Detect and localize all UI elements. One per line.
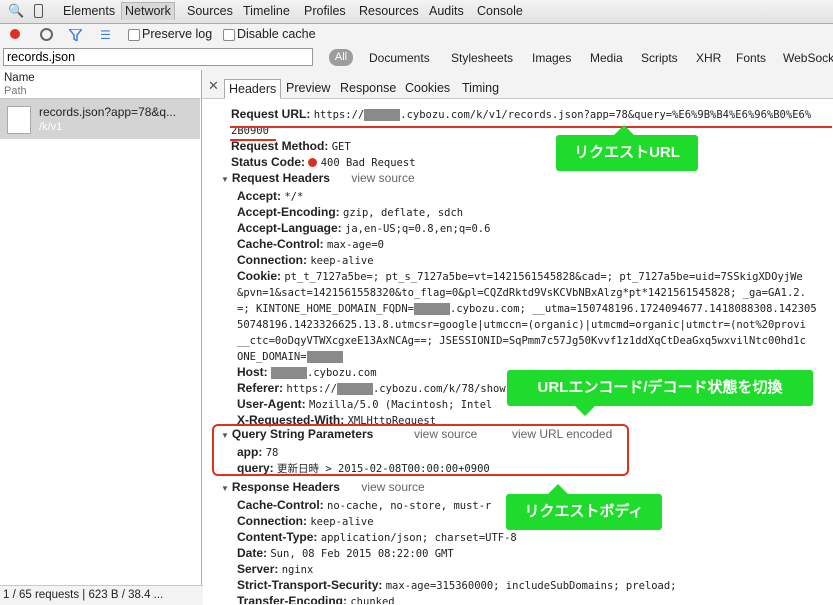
tab-profiles[interactable]: Profiles <box>301 3 349 20</box>
header-user-agent: User-Agent: Mozilla/5.0 (Macintosh; Inte… <box>237 397 493 411</box>
header-cookie-line-2: &pvn=1&sact=1421561558320&to_flag=0&pl=C… <box>237 287 806 299</box>
response-headers-section[interactable]: ▼ Response Headers view source <box>221 480 425 494</box>
annotation-box <box>212 424 629 476</box>
resp-cache-control: Cache-Control: no-cache, no-store, must-… <box>237 498 492 512</box>
record-icon[interactable] <box>10 29 20 39</box>
tab-sources[interactable]: Sources <box>184 3 236 20</box>
header-connection: Connection: keep-alive <box>237 253 374 267</box>
status-bar: 1 / 65 requests | 623 B / 38.4 ... <box>0 585 203 605</box>
resp-transfer-encoding: Transfer-Encoding: chunked <box>237 594 395 604</box>
filter-fonts[interactable]: Fonts <box>736 51 766 65</box>
redacted-mask <box>364 108 401 121</box>
callout-arrow-icon <box>614 125 634 135</box>
clear-icon[interactable] <box>40 28 53 41</box>
header-cookie-line-4: 50748196.1423326625.13.8.utmcsr=google|u… <box>237 319 806 331</box>
filter-bar: All Documents Stylesheets Images Media S… <box>0 46 833 71</box>
status-dot-icon <box>308 158 318 168</box>
tab-response[interactable]: Response <box>340 81 396 95</box>
column-path: Path <box>4 85 27 97</box>
request-row[interactable]: records.json?app=78&q... /k/v1 <box>0 99 200 139</box>
status-row: Status Code: 400 Bad Request <box>231 155 416 169</box>
filter-media[interactable]: Media <box>590 51 623 65</box>
view-source-link[interactable]: view source <box>361 480 424 494</box>
preserve-log-checkbox[interactable] <box>128 29 140 41</box>
close-icon[interactable]: ✕ <box>208 78 219 94</box>
redacted-mask <box>336 382 373 395</box>
detail-tabs: ✕ Headers Preview Response Cookies Timin… <box>202 70 833 99</box>
list-view-icon[interactable]: ☰ <box>100 28 111 42</box>
filter-images[interactable]: Images <box>532 51 571 65</box>
redacted-mask <box>271 366 308 379</box>
tab-headers[interactable]: Headers <box>224 79 282 99</box>
header-cookie-line-6: ONE_DOMAIN= <box>237 349 343 363</box>
device-mode-icon[interactable] <box>34 4 43 18</box>
resp-content-type: Content-Type: application/json; charset=… <box>237 530 517 544</box>
filter-scripts[interactable]: Scripts <box>641 51 678 65</box>
request-list-header: Name Path <box>0 70 200 99</box>
network-toolbar: ☰ Preserve log Disable cache <box>0 24 833 47</box>
tab-timeline[interactable]: Timeline <box>240 3 293 20</box>
devtools-tabbar: 🔍 Elements Network Sources Timeline Prof… <box>0 0 833 24</box>
document-icon <box>7 106 31 134</box>
column-name[interactable]: Name <box>4 72 35 84</box>
header-cookie-line-5: __ctc=0oDqyVTWXcgxeE13AxNCAg==; JSESSION… <box>237 335 806 347</box>
request-headers-section[interactable]: ▼ Request Headers view source <box>221 171 415 185</box>
expand-triangle-icon[interactable]: ▼ <box>221 484 229 493</box>
tab-preview[interactable]: Preview <box>286 81 330 95</box>
request-list: Name Path records.json?app=78&q... /k/v1… <box>0 70 203 605</box>
resp-server: Server: nginx <box>237 562 314 576</box>
header-accept: Accept: */* <box>237 189 304 203</box>
preserve-log-label: Preserve log <box>142 27 213 41</box>
header-cookie-line-3: =; KINTONE_HOME_DOMAIN_FQDN= .cybozu.com;… <box>237 302 817 315</box>
filter-websockets[interactable]: WebSock <box>783 51 833 65</box>
search-icon[interactable]: 🔍 <box>8 3 24 19</box>
header-accept-language: Accept-Language: ja,en-US;q=0.8,en;q=0.6 <box>237 221 491 235</box>
tab-timing[interactable]: Timing <box>462 81 499 95</box>
tab-network[interactable]: Network <box>121 2 175 20</box>
callout-arrow-icon <box>548 484 568 494</box>
tab-audits[interactable]: Audits <box>426 3 467 20</box>
header-accept-encoding: Accept-Encoding: gzip, deflate, sdch <box>237 205 464 219</box>
filter-xhr[interactable]: XHR <box>696 51 721 65</box>
expand-triangle-icon[interactable]: ▼ <box>221 175 229 184</box>
callout-toggle-encoding: URLエンコード/デコード状態を切換 <box>507 370 813 416</box>
header-cookie: Cookie: pt_t_7127a5be=; pt_s_7127a5be=vt… <box>237 269 803 283</box>
redacted-mask <box>414 302 451 315</box>
disable-cache-label: Disable cache <box>237 27 316 41</box>
header-host: Host: .cybozu.com <box>237 365 377 379</box>
callout-arrow-icon <box>575 406 595 416</box>
resp-connection: Connection: keep-alive <box>237 514 374 528</box>
request-url-row: Request URL: https://.cybozu.com/k/v1/re… <box>231 107 812 121</box>
tab-console[interactable]: Console <box>474 3 526 20</box>
redacted-mask <box>306 350 343 363</box>
filter-icon[interactable] <box>69 29 82 41</box>
header-cache-control: Cache-Control: max-age=0 <box>237 237 384 251</box>
callout-request-url: リクエストURL <box>556 125 698 171</box>
view-source-link[interactable]: view source <box>351 171 414 185</box>
tab-elements[interactable]: Elements <box>60 3 118 20</box>
disable-cache-checkbox[interactable] <box>223 29 235 41</box>
filter-documents[interactable]: Documents <box>369 51 430 65</box>
filter-all-button[interactable]: All <box>329 49 353 66</box>
header-referer: Referer: https://.cybozu.com/k/78/show <box>237 381 506 395</box>
resp-date: Date: Sun, 08 Feb 2015 08:22:00 GMT <box>237 546 454 560</box>
url-underline <box>230 126 832 128</box>
request-path: /k/v1 <box>39 121 63 133</box>
tab-resources[interactable]: Resources <box>356 3 422 20</box>
request-name: records.json?app=78&q... <box>39 105 177 119</box>
callout-request-body: リクエストボディ <box>506 484 662 530</box>
filter-stylesheets[interactable]: Stylesheets <box>451 51 513 65</box>
tab-cookies[interactable]: Cookies <box>405 81 450 95</box>
resp-sts: Strict-Transport-Security: max-age=31536… <box>237 578 677 592</box>
method-row: Request Method: GET <box>231 139 351 153</box>
filter-input[interactable] <box>3 48 313 66</box>
